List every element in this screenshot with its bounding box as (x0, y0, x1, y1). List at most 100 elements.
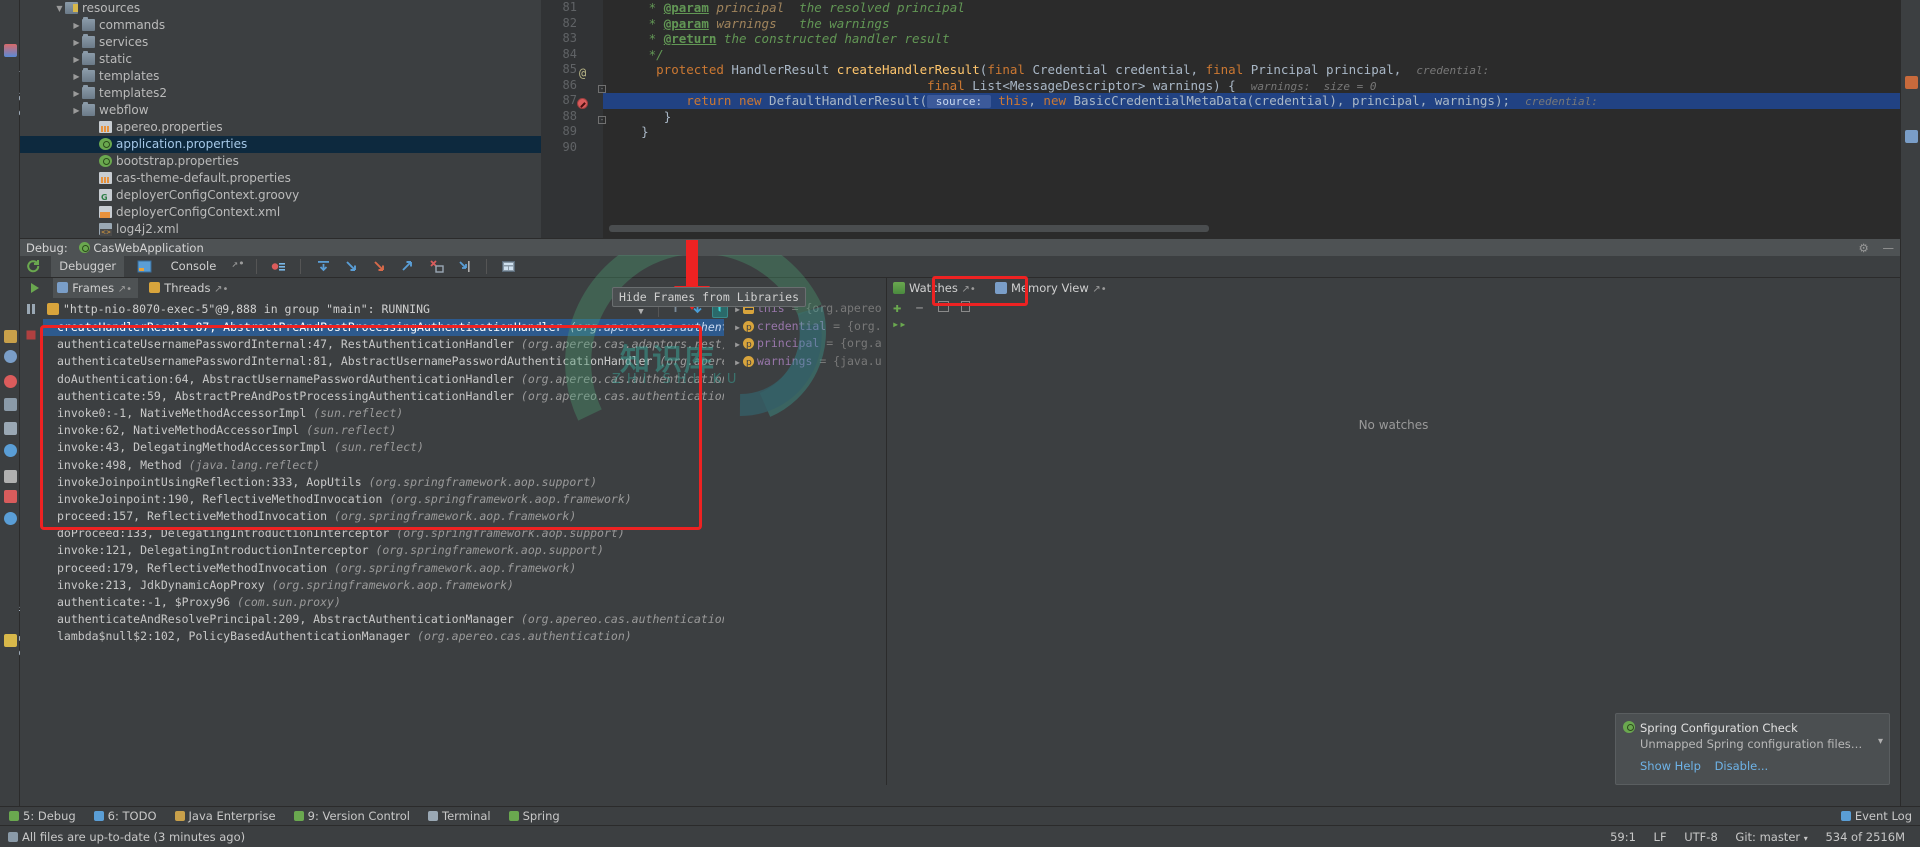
settings-gear-icon[interactable]: ⚙ (1859, 241, 1869, 255)
tree-item-apereo-properties[interactable]: apereo.properties (20, 119, 541, 136)
variable-row[interactable]: ▶ principal = {org.apereo (732, 335, 882, 355)
editor-code-area[interactable]: * @param principal the resolved principa… (603, 0, 1900, 238)
file-encoding[interactable]: UTF-8 (1677, 826, 1725, 847)
tree-item-services[interactable]: ▶ services (20, 34, 541, 51)
stack-frame-row[interactable]: invokeJoinpoint:190, ReflectiveMethodInv… (43, 491, 724, 508)
toolbar-item-java-enterprise[interactable]: Java Enterprise (166, 807, 285, 826)
pin-icon[interactable] (4, 470, 17, 483)
chevron-right-icon[interactable]: ▶ (71, 68, 82, 85)
stack-frame-row[interactable]: invoke:121, DelegatingIntroductionInterc… (43, 542, 724, 559)
chevron-right-icon[interactable]: ▶ (71, 51, 82, 68)
stack-frame-row[interactable]: invoke:213, JdkDynamicAopProxy (org.spri… (43, 577, 724, 594)
git-branch[interactable]: Git: master ▾ (1728, 826, 1814, 847)
event-log-label[interactable]: Event Log (1855, 809, 1912, 823)
tab-pin-icon[interactable]: ↗• (118, 284, 132, 295)
step-out-icon[interactable] (400, 259, 415, 274)
tree-item-bootstrap-properties[interactable]: bootstrap.properties (20, 153, 541, 170)
help-icon[interactable] (4, 512, 17, 525)
chevron-right-icon[interactable]: ▶ (732, 319, 743, 337)
database-icon[interactable] (4, 350, 17, 363)
tree-item-webflow[interactable]: ▶ webflow (20, 102, 541, 119)
chevron-right-icon[interactable]: ▶ (732, 354, 743, 372)
fold-marker-icon[interactable]: - (598, 85, 606, 93)
caret-position[interactable]: 59:1 (1603, 826, 1643, 847)
toolbar-item-9-version-control[interactable]: 9: Version Control (285, 807, 419, 826)
tree-item-resources[interactable]: ▼ resources (20, 0, 541, 17)
force-step-into-icon[interactable] (372, 259, 387, 274)
stack-frame-row[interactable]: authenticateAndResolvePrincipal:209, Abs… (43, 611, 724, 628)
rerun-icon[interactable] (26, 259, 41, 274)
step-into-icon[interactable] (344, 259, 359, 274)
evaluate-expression-icon[interactable] (501, 259, 516, 274)
tab-threads[interactable]: Threads ↗• (145, 278, 234, 298)
tab-pin-icon[interactable]: ↗• (1092, 284, 1106, 295)
step-over-icon[interactable] (316, 259, 331, 274)
line-separator[interactable]: LF (1647, 826, 1674, 847)
chevron-right-icon[interactable]: ▶ (71, 102, 82, 119)
remove-watch-icon[interactable]: − (916, 301, 924, 317)
chevron-right-icon[interactable]: ▶ (71, 85, 82, 102)
breakpoint-icon[interactable] (577, 98, 588, 109)
chevron-down-icon[interactable]: ▾ (1878, 736, 1883, 747)
stack-frame-row[interactable]: proceed:179, ReflectiveMethodInvocation … (43, 560, 724, 577)
variable-row[interactable]: ▶ credential = {org.apere (732, 318, 882, 338)
tab-console[interactable]: Console (163, 256, 225, 277)
disable-link[interactable]: Disable... (1715, 759, 1769, 773)
maven-icon[interactable] (1905, 76, 1918, 89)
stack-frame-row[interactable]: invoke:498, Method (java.lang.reflect) (43, 457, 724, 474)
tree-item-application-properties[interactable]: application.properties (20, 136, 541, 153)
variable-row[interactable]: ▶ warnings = {java.util.A (732, 353, 882, 373)
stack-frame-row[interactable]: invokeJoinpointUsingReflection:333, AopU… (43, 474, 724, 491)
variables-panel[interactable]: ▶this = {org.apereo.cas..▶credential = {… (732, 300, 882, 785)
stack-frame-row[interactable]: invoke:62, NativeMethodAccessorImpl (sun… (43, 422, 724, 439)
settings-icon[interactable] (4, 444, 17, 457)
stack-frame-row[interactable]: proceed:157, ReflectiveMethodInvocation … (43, 508, 724, 525)
tab-pin-icon[interactable]: ↗• (214, 284, 228, 295)
favorites-star-icon[interactable] (4, 634, 17, 647)
structure-icon[interactable] (4, 44, 17, 57)
chevron-right-icon[interactable]: ▶ (71, 34, 82, 51)
stack-frame-row[interactable]: createHandlerResult:87, AbstractPreAndPo… (43, 319, 724, 337)
close-x-icon[interactable] (4, 490, 17, 503)
project-tree[interactable]: ▼ resources ▶ commands ▶ services ▶ static ▶ temp… (20, 0, 541, 238)
tree-item-static[interactable]: ▶ static (20, 51, 541, 68)
database-right-icon[interactable] (1905, 130, 1918, 143)
grid-icon[interactable] (4, 422, 17, 435)
resume-program-icon[interactable] (28, 281, 43, 296)
toolbar-item-6-todo[interactable]: 6: TODO (85, 807, 166, 826)
tab-debugger[interactable]: Debugger (51, 256, 125, 277)
hide-icon[interactable]: — (1883, 241, 1895, 255)
fold-marker-icon[interactable]: - (598, 116, 606, 124)
stack-frame-row[interactable]: authenticate:59, AbstractPreAndPostProce… (43, 388, 724, 405)
stack-frame-row[interactable]: invoke0:-1, NativeMethodAccessorImpl (su… (43, 405, 724, 422)
editor-horizontal-scrollbar[interactable] (609, 225, 1209, 232)
tab-frames[interactable]: Frames ↗• (53, 278, 138, 298)
chevron-right-icon[interactable]: ▶ (732, 336, 743, 354)
tree-item-cas-theme-default-properties[interactable]: cas-theme-default.properties (20, 170, 541, 187)
tab-pin-icon[interactable]: ↗• (232, 257, 245, 270)
tree-item-templates[interactable]: ▶ templates (20, 68, 541, 85)
breakpoint-icon[interactable] (4, 375, 17, 388)
chevron-down-icon[interactable]: ▼ (54, 0, 65, 17)
toolbar-item-spring[interactable]: Spring (500, 807, 569, 826)
tree-item-commands[interactable]: ▶ commands (20, 17, 541, 34)
stack-frame-row[interactable]: doProceed:133, DelegatingIntroductionInt… (43, 525, 724, 542)
tree-item-templates2[interactable]: ▶ templates2 (20, 85, 541, 102)
tree-item-deployerconfigcontext-xml[interactable]: deployerConfigContext.xml (20, 204, 541, 221)
build-icon[interactable] (4, 330, 17, 343)
stack-frame-row[interactable]: lambda$null$2:102, PolicyBasedAuthentica… (43, 628, 724, 645)
mute-breakpoints-icon[interactable] (271, 259, 286, 274)
code-editor[interactable]: 81 82 83 84 85 86 87 88 89 90 * @param principal … (541, 0, 1900, 238)
stack-frame-row[interactable]: invoke:43, DelegatingMethodAccessorImpl … (43, 439, 724, 456)
chevron-right-icon[interactable]: ▶ (71, 17, 82, 34)
evaluate-watch-icon[interactable]: ▸▸ (892, 317, 906, 331)
watches-panel[interactable]: Watches ↗• Memory View ↗• No watches (886, 278, 1900, 785)
toolbar-item-5-debug[interactable]: 5: Debug (0, 807, 85, 826)
run-to-cursor-icon[interactable] (457, 259, 472, 274)
tree-item-log4j2-xml[interactable]: log4j2.xml (20, 221, 541, 238)
drop-frame-icon[interactable] (429, 259, 444, 274)
layout-icon[interactable] (4, 398, 17, 411)
show-help-link[interactable]: Show Help (1640, 759, 1701, 773)
add-watch-icon[interactable]: ✚ (893, 300, 901, 316)
notification-popup[interactable]: Spring Configuration Check Unmapped Spri… (1615, 713, 1890, 785)
